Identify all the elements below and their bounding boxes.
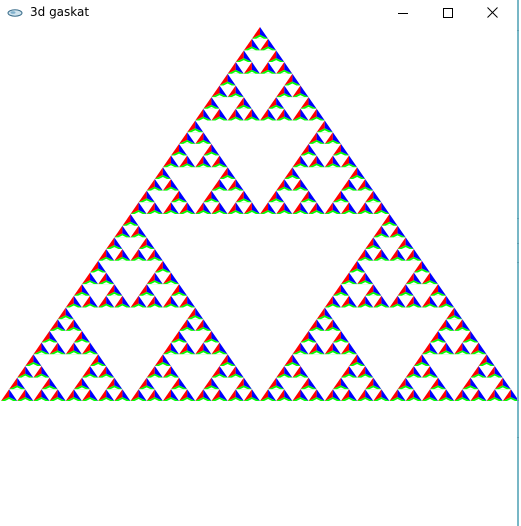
- minimize-icon: [397, 8, 408, 18]
- border-tick: [517, 243, 519, 244]
- render-canvas[interactable]: [0, 25, 517, 526]
- maximize-button[interactable]: [425, 0, 470, 25]
- border-tick: [517, 218, 519, 219]
- border-tick: [517, 400, 519, 401]
- border-tick: [517, 437, 519, 438]
- close-icon: [487, 7, 498, 18]
- app-window: 3d gaskat: [0, 0, 519, 526]
- close-button[interactable]: [470, 0, 515, 25]
- maximize-icon: [442, 7, 453, 18]
- window-title: 3d gaskat: [30, 5, 90, 19]
- border-tick: [517, 262, 519, 263]
- minimize-button[interactable]: [380, 0, 425, 25]
- opengl-app-icon: [7, 5, 23, 19]
- title-bar[interactable]: 3d gaskat: [0, 0, 517, 25]
- border-tick: [517, 30, 519, 31]
- sierpinski-gasket: [1, 27, 517, 401]
